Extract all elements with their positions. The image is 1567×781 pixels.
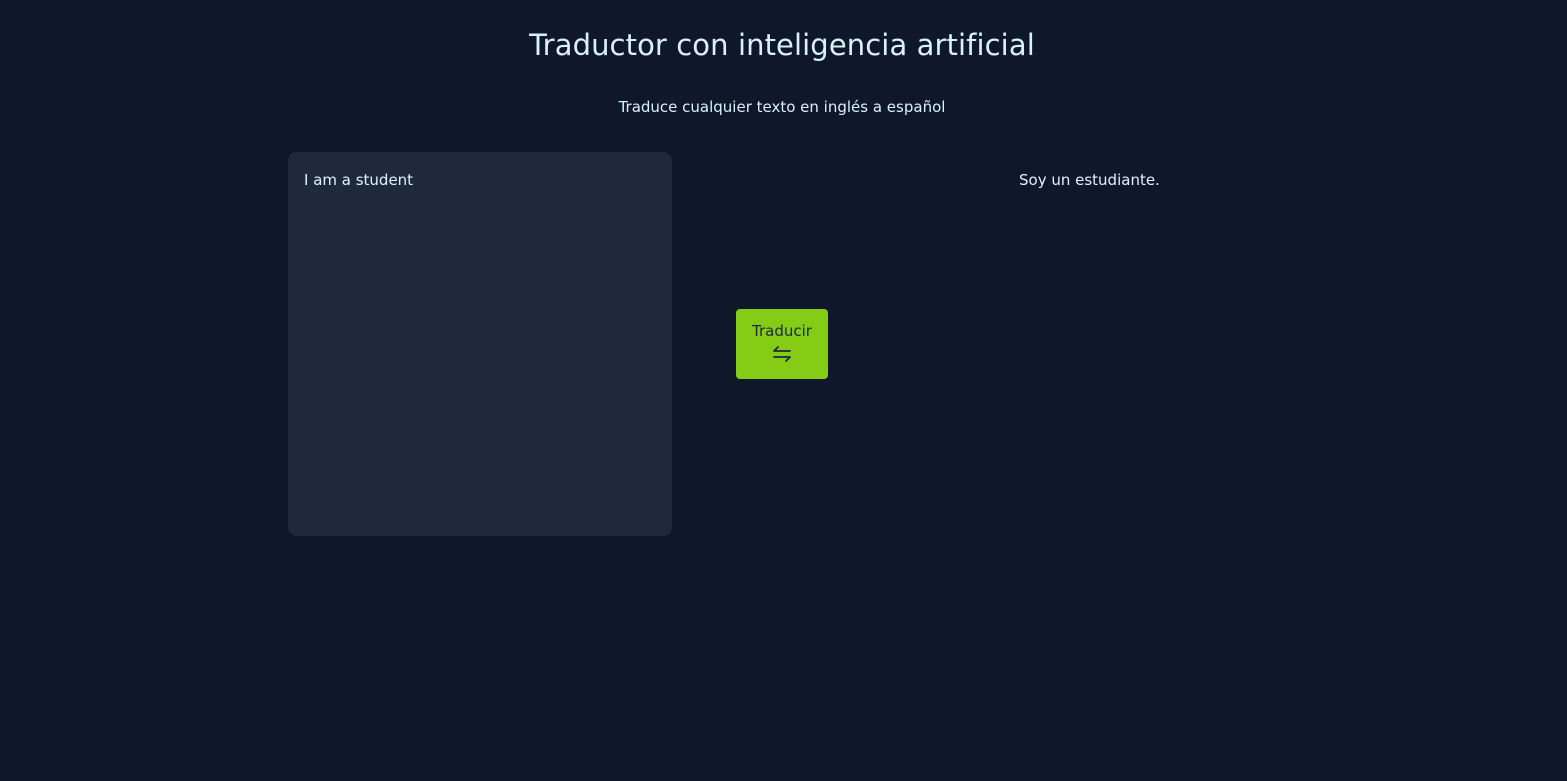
- translation-result: Soy un estudiante.: [1019, 171, 1160, 189]
- translate-button-label: Traducir: [752, 322, 812, 340]
- translate-button[interactable]: Traducir: [736, 309, 828, 379]
- swap-arrows-icon: [773, 346, 791, 362]
- page-subtitle: Traduce cualquier texto en inglés a espa…: [618, 98, 946, 116]
- source-text-input[interactable]: I am a student: [288, 152, 672, 536]
- page-title: Traductor con inteligencia artificial: [529, 28, 1035, 62]
